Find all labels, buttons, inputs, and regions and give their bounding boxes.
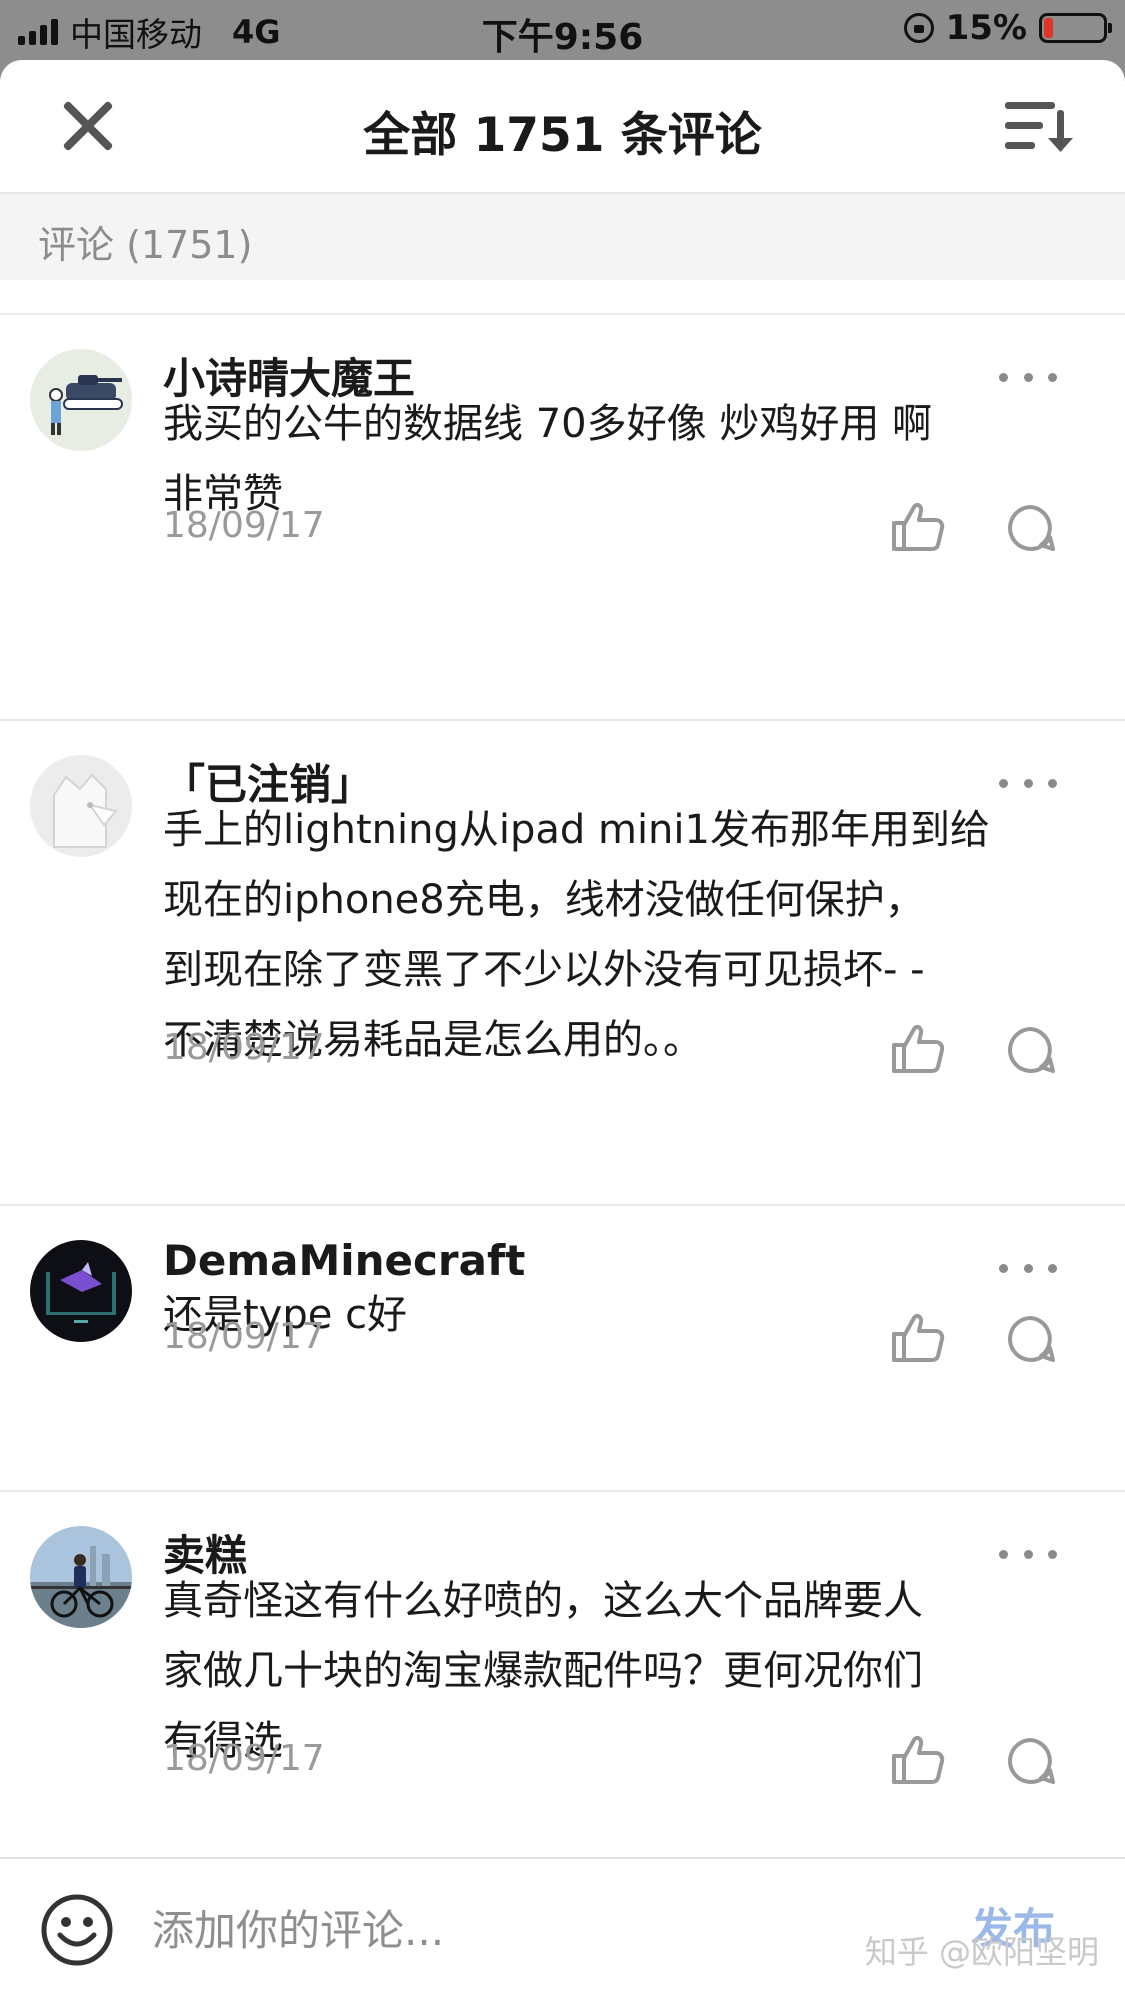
reply-icon[interactable] [1006, 503, 1056, 553]
thumbs-up-icon[interactable] [890, 501, 946, 553]
avatar[interactable] [30, 1526, 132, 1628]
page-title: 全部 1751 条评论 [363, 108, 762, 163]
more-icon[interactable] [999, 1550, 1057, 1562]
comment-line: 现在的iphone8充电，线材没做任何保护， [163, 877, 925, 923]
comment-line: 家做几十块的淘宝爆款配件吗？更何况你们 [163, 1648, 923, 1694]
status-right: 15% [903, 8, 1112, 48]
comment-line: 手上的lightning从ipad mini1发布那年用到给 [163, 807, 990, 853]
reply-icon[interactable] [1006, 1025, 1056, 1075]
battery-percent: 15% [945, 8, 1027, 48]
comment-item: 卖糕 真奇怪这有什么好喷的，这么大个品牌要人 家做几十块的淘宝爆款配件吗？更何况… [0, 1492, 1125, 1907]
status-bar: 中国移动 4G 下午9:56 15% [0, 0, 1125, 60]
sort-icon[interactable] [1003, 96, 1073, 156]
more-icon[interactable] [999, 779, 1057, 791]
thumbs-up-icon[interactable] [890, 1734, 946, 1786]
comment-item: 小诗晴大魔王 我买的公牛的数据线 70多好像 炒鸡好用 啊 非常赞 18/09/… [0, 315, 1125, 721]
rotation-lock-icon [903, 13, 934, 43]
thumbs-up-icon[interactable] [890, 1312, 946, 1364]
thumbs-up-icon[interactable] [890, 1023, 946, 1075]
reply-icon[interactable] [1006, 1736, 1056, 1786]
battery-icon [1039, 13, 1112, 43]
more-icon[interactable] [999, 1264, 1057, 1276]
comment-input[interactable] [150, 1897, 854, 1963]
comment-line: 真奇怪这有什么好喷的，这么大个品牌要人 [163, 1578, 923, 1624]
comment-line: 到现在除了变黑了不少以外没有可见损坏- - [163, 947, 925, 993]
comment-line: 我买的公牛的数据线 70多好像 炒鸡好用 啊 [163, 401, 933, 447]
comment-author[interactable]: DemaMinecraft [163, 1236, 525, 1285]
watermark-text: 知乎 @欧阳坚明 [864, 1933, 1099, 1971]
comment-composer: 发布 知乎 @欧阳坚明 [0, 1857, 1125, 2001]
comment-date: 18/09/17 [163, 1316, 325, 1357]
comment-item: DemaMinecraft 还是type c好 18/09/17 [0, 1206, 1125, 1492]
comment-count-header: 评论 (1751) [0, 194, 1125, 280]
comment-item: 「已注销」 手上的lightning从ipad mini1发布那年用到给 现在的… [0, 721, 1125, 1206]
comment-count-label: 评论 (1751) [38, 223, 253, 267]
emoji-icon[interactable] [40, 1893, 114, 1967]
comment-date: 18/09/17 [163, 1027, 325, 1068]
comments-sheet: 全部 1751 条评论 评论 (1751) 小诗晴大魔王 我买的公牛的数据线 7… [0, 60, 1125, 2001]
avatar[interactable] [30, 1240, 132, 1342]
comment-date: 18/09/17 [163, 1738, 325, 1779]
avatar[interactable] [30, 349, 132, 451]
top-bar: 全部 1751 条评论 [0, 60, 1125, 194]
reply-icon[interactable] [1006, 1314, 1056, 1364]
more-icon[interactable] [999, 373, 1057, 385]
comment-date: 18/09/17 [163, 505, 325, 546]
avatar[interactable] [30, 755, 132, 857]
